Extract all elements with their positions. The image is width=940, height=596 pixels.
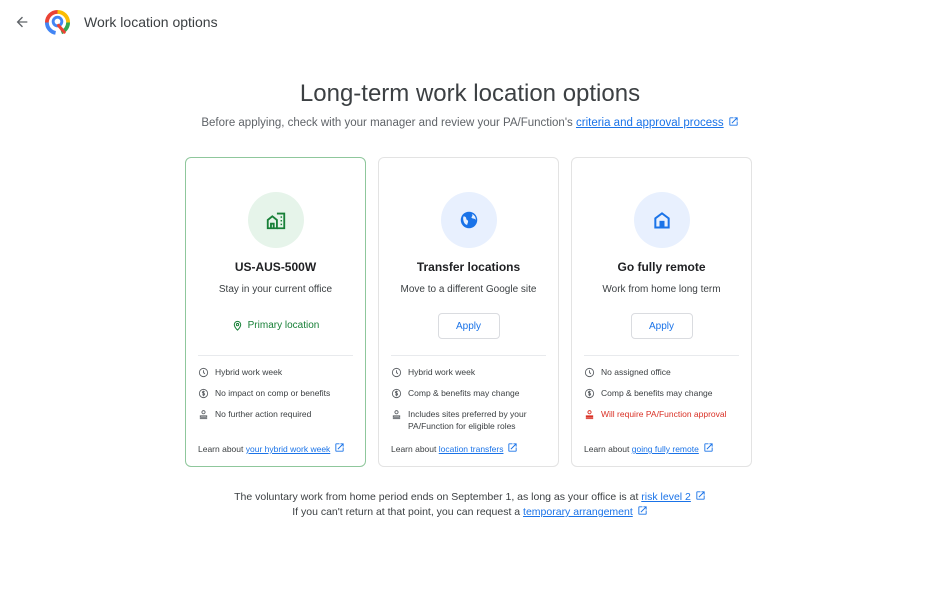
primary-location-label: Primary location [247, 320, 320, 331]
location-transfers-link[interactable]: location transfers [439, 444, 504, 454]
feature-item: No impact on comp or benefits [198, 387, 357, 399]
feature-text: Hybrid work week [408, 367, 476, 377]
location-pin-icon [233, 320, 241, 331]
card-description: Work from home long term [602, 284, 721, 295]
feature-item: Comp & benefits may change [391, 387, 550, 399]
external-link-icon[interactable] [637, 505, 648, 516]
external-link-icon[interactable] [703, 442, 714, 453]
subtitle-text: Before applying, check with your manager… [201, 117, 576, 129]
card-divider [391, 355, 546, 356]
person-badge-icon [392, 409, 401, 419]
apply-transfer-button[interactable]: Apply [437, 313, 500, 339]
feature-item: Includes sites preferred by your PA/Func… [391, 408, 550, 432]
card-description: Stay in your current office [218, 284, 333, 295]
learn-more: Learn about your hybrid work week [198, 442, 345, 454]
card-title: Transfer locations [416, 260, 521, 274]
temporary-arrangement-link[interactable]: temporary arrangement [523, 506, 633, 518]
feature-item: No assigned office [584, 366, 743, 378]
person-badge-icon [585, 409, 594, 419]
external-link-icon[interactable] [507, 442, 518, 453]
feature-text: No further action required [215, 409, 312, 419]
learn-prefix: Learn about [391, 444, 439, 454]
card-title: Go fully remote [617, 260, 706, 274]
dollar-icon [198, 388, 209, 398]
footer-text: The voluntary work from home period ends… [234, 491, 642, 503]
feature-item-warning: Will require PA/Function approval [584, 408, 743, 420]
option-card-current-office[interactable]: US-AUS-500W Stay in your current office … [185, 157, 366, 467]
clock-icon [391, 367, 402, 377]
feature-text: Hybrid work week [215, 367, 283, 377]
location-options: US-AUS-500W Stay in your current office … [185, 157, 752, 467]
going-fully-remote-link[interactable]: going fully remote [632, 444, 699, 454]
card-divider [198, 355, 353, 356]
learn-prefix: Learn about [198, 444, 246, 454]
feature-list: Hybrid work week No impact on comp or be… [198, 366, 357, 429]
external-link-icon[interactable] [695, 490, 706, 501]
criteria-approval-link[interactable]: criteria and approval process [576, 117, 724, 129]
dollar-icon [391, 388, 402, 398]
external-link-icon[interactable] [334, 442, 345, 453]
app-header: Work location options [0, 0, 940, 44]
feature-text: Comp & benefits may change [601, 388, 713, 398]
office-building-icon [266, 212, 285, 230]
feature-text: No assigned office [601, 367, 671, 377]
feature-item: Comp & benefits may change [584, 387, 743, 399]
arrow-back-icon [16, 16, 28, 28]
primary-location-badge: Primary location [186, 320, 365, 331]
feature-item: No further action required [198, 408, 357, 420]
google-work-location-logo [44, 9, 71, 35]
hybrid-work-week-link[interactable]: your hybrid work week [246, 444, 331, 454]
page-title: Long-term work location options [299, 80, 641, 107]
learn-more: Learn about location transfers [391, 442, 518, 454]
person-badge-icon [199, 409, 208, 419]
feature-text: Comp & benefits may change [408, 388, 520, 398]
feature-list: Hybrid work week Comp & benefits may cha… [391, 366, 550, 441]
card-divider [584, 355, 739, 356]
app-title: Work location options [84, 14, 218, 30]
apply-remote-button[interactable]: Apply [630, 313, 693, 339]
feature-list: No assigned office Comp & benefits may c… [584, 366, 743, 429]
feature-text: Includes sites preferred by your PA/Func… [408, 409, 527, 431]
footer-line-2: If you can't return at that point, you c… [0, 505, 940, 520]
back-button[interactable] [12, 12, 32, 32]
option-card-remote: Go fully remote Work from home long term… [571, 157, 752, 467]
clock-icon [584, 367, 595, 377]
feature-text: No impact on comp or benefits [215, 388, 331, 398]
page-subtitle: Before applying, check with your manager… [0, 116, 940, 129]
clock-icon [198, 367, 209, 377]
footer-text: If you can't return at that point, you c… [292, 506, 524, 518]
learn-prefix: Learn about [584, 444, 632, 454]
option-card-transfer: Transfer locations Move to a different G… [378, 157, 559, 467]
learn-more: Learn about going fully remote [584, 442, 714, 454]
card-description: Move to a different Google site [400, 284, 537, 295]
external-link-icon[interactable] [728, 116, 739, 127]
globe-icon [460, 211, 477, 229]
card-icon-container [247, 192, 304, 248]
footer-line-1: The voluntary work from home period ends… [0, 490, 940, 505]
feature-item: Hybrid work week [198, 366, 357, 378]
card-icon-container [440, 192, 497, 248]
feature-text: Will require PA/Function approval [601, 409, 727, 419]
home-icon [653, 212, 670, 229]
card-icon-container [633, 192, 690, 248]
dollar-icon [584, 388, 595, 398]
card-title: US-AUS-500W [234, 260, 317, 274]
risk-level-link[interactable]: risk level 2 [641, 491, 691, 503]
footer-note: The voluntary work from home period ends… [0, 490, 940, 520]
feature-item: Hybrid work week [391, 366, 550, 378]
